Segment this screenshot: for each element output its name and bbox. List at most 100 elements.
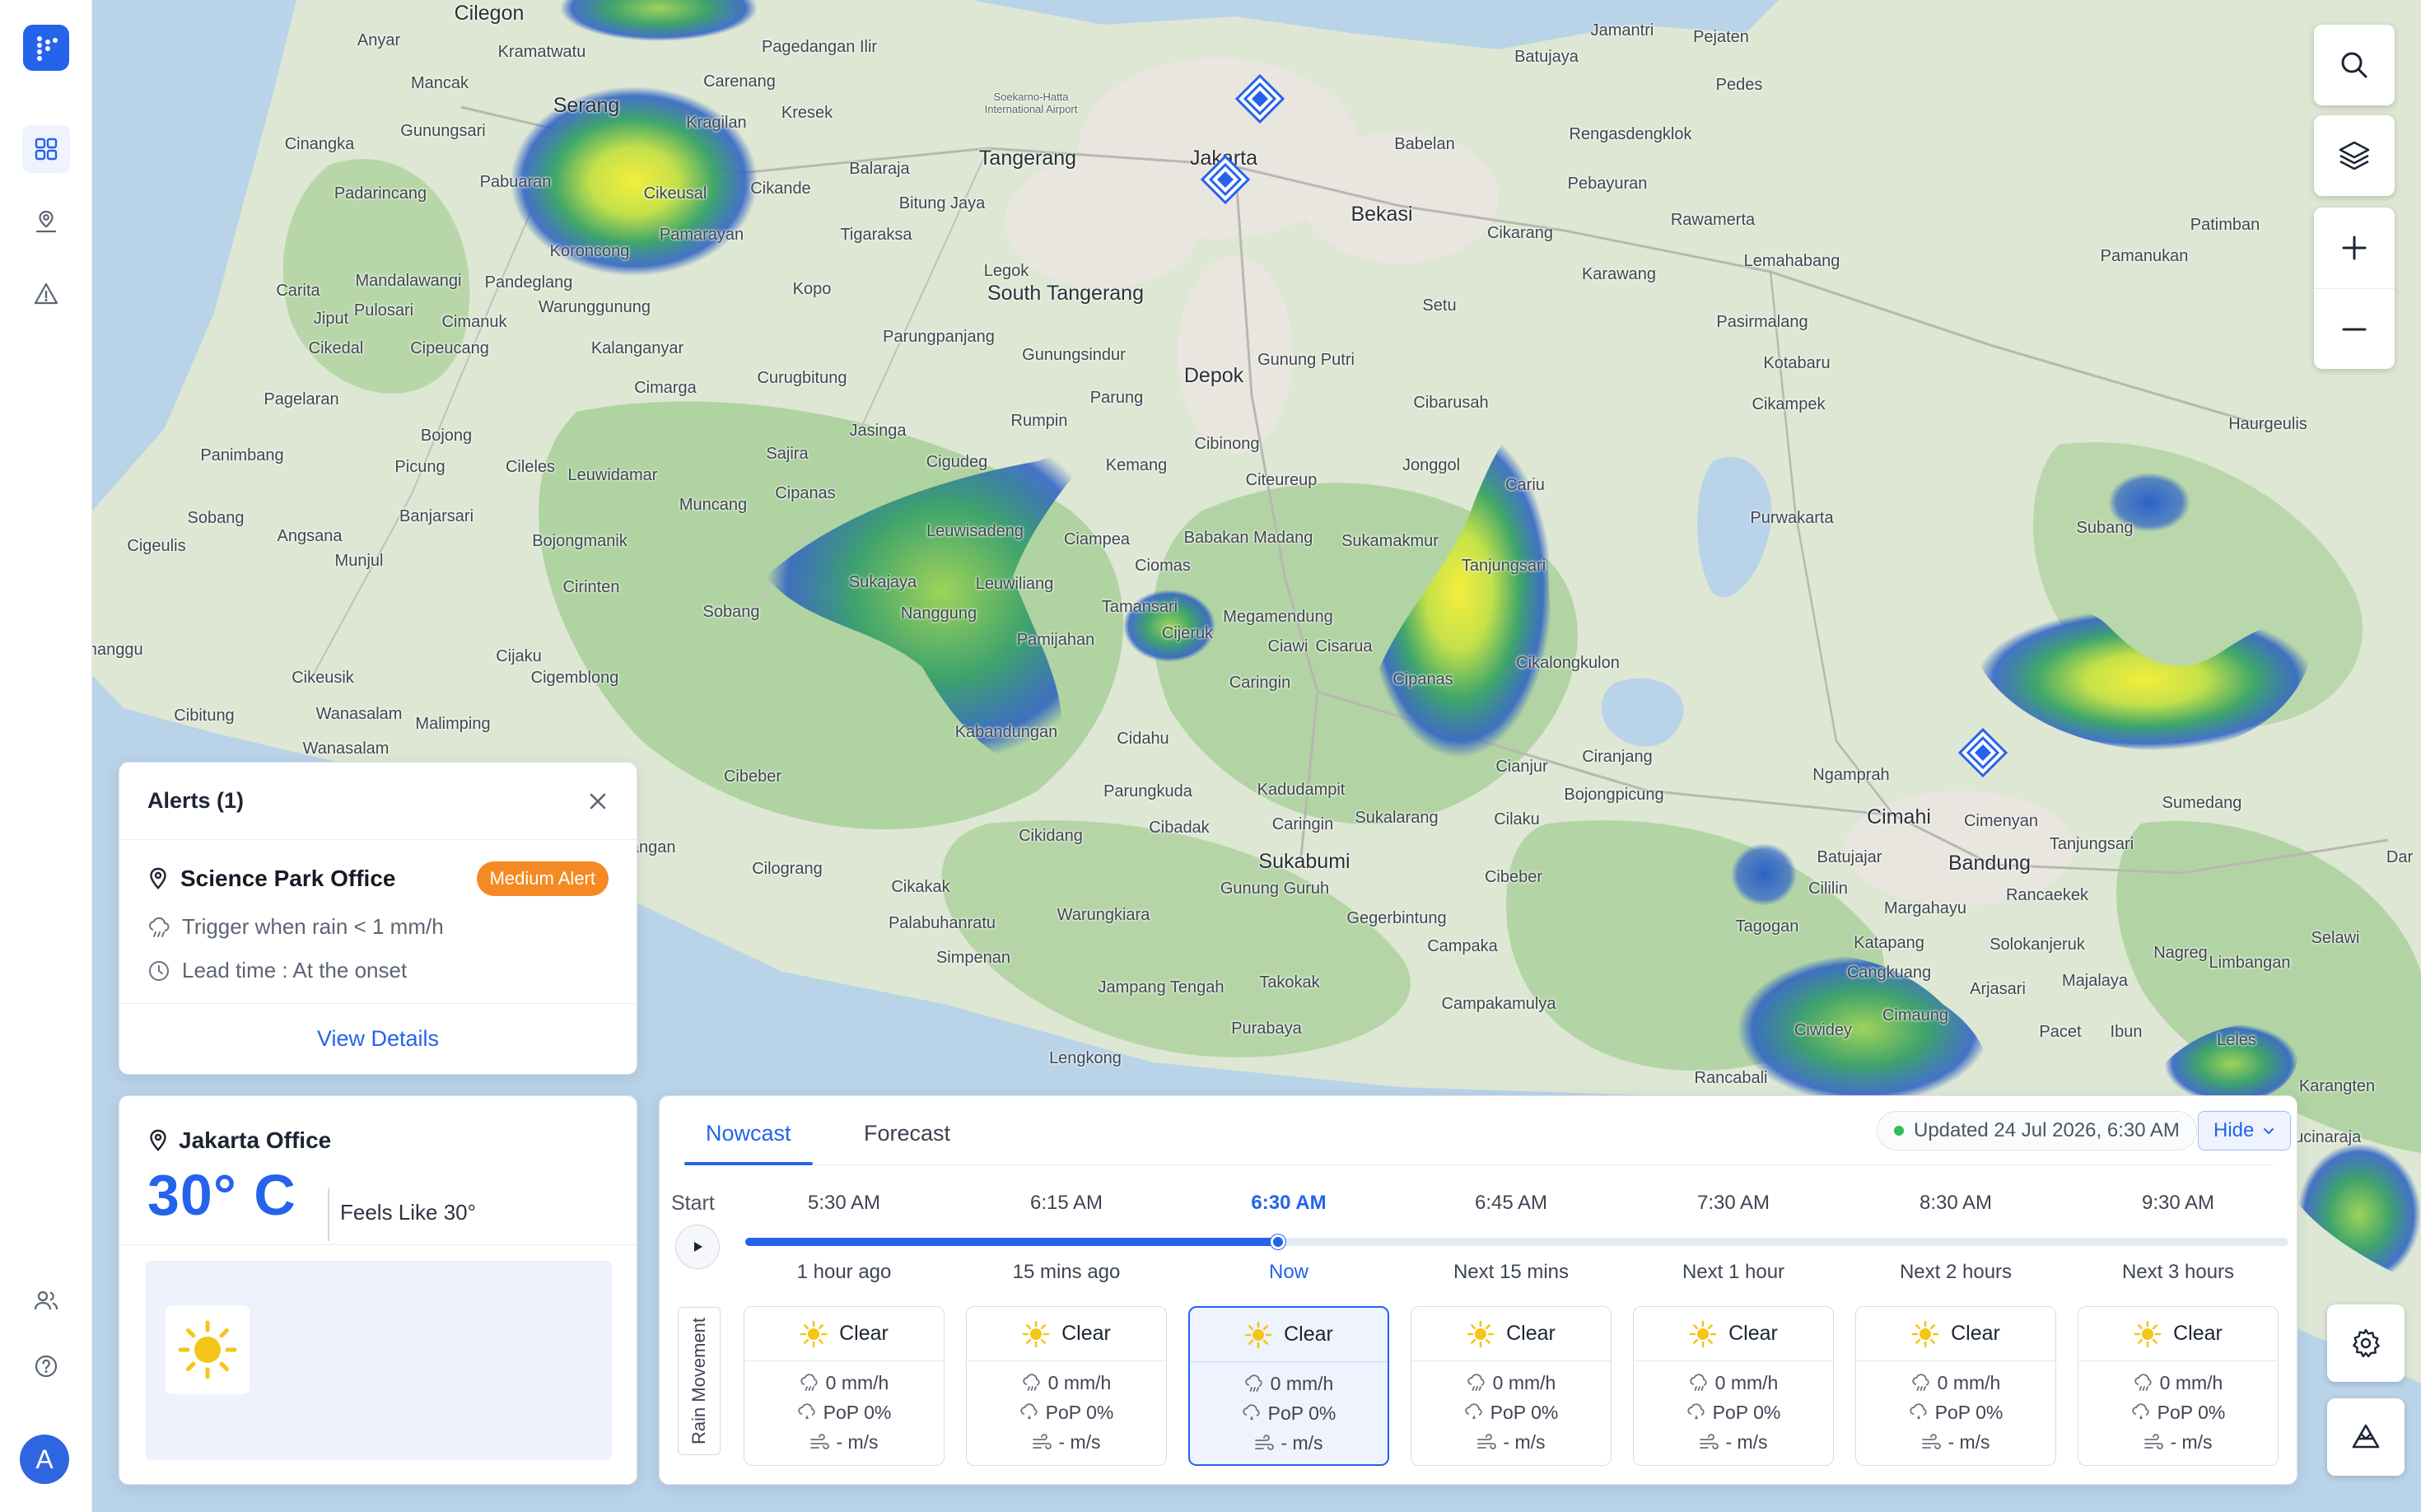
alert-lead-time: Lead time : At the onset <box>147 958 609 983</box>
map-place-label: Kemang <box>1105 456 1168 474</box>
nav-locations[interactable] <box>22 198 70 245</box>
current-temperature: 30° C <box>147 1163 296 1227</box>
user-avatar[interactable]: A <box>20 1435 69 1484</box>
play-button[interactable] <box>675 1225 720 1269</box>
nav-users[interactable] <box>22 1276 70 1324</box>
settings-button[interactable] <box>2327 1304 2405 1382</box>
start-label: Start <box>671 1192 715 1215</box>
map-place-label: Warungkiara <box>1057 906 1150 924</box>
sun-icon <box>1911 1320 1939 1347</box>
tab-forecast[interactable]: Forecast <box>864 1121 950 1146</box>
map-place-label: Megamendung <box>1223 608 1333 626</box>
zoom-in-button[interactable] <box>2314 208 2395 288</box>
timeline-time-label[interactable]: 5:30 AM <box>808 1192 880 1215</box>
timeline-time-label[interactable]: 6:15 AM <box>1030 1192 1103 1215</box>
zoom-out-button[interactable] <box>2314 288 2395 369</box>
precipitation-chance-icon <box>1909 1403 1927 1419</box>
precipitation-chance-icon <box>1242 1404 1260 1420</box>
map-place-label: Sukabumi <box>1258 850 1350 873</box>
map-search-button[interactable] <box>2314 25 2395 105</box>
timeline-slider[interactable] <box>745 1234 2288 1249</box>
sun-icon <box>1467 1320 1495 1347</box>
map-place-label: Nagreg <box>2153 944 2208 962</box>
nowcast-tabs: Nowcast Forecast Updated 24 Jul 2026, 6:… <box>684 1096 2292 1165</box>
nav-alerts[interactable] <box>22 270 70 318</box>
view-details-link[interactable]: View Details <box>317 1026 439 1052</box>
map-place-label: Pabuaran <box>479 173 552 191</box>
map-place-label: Selawi <box>2311 929 2360 947</box>
condition-text: Clear <box>1728 1322 1778 1345</box>
map-place-label: Mancak <box>410 74 469 92</box>
map-place-label: Batujaya <box>1514 48 1579 66</box>
alert-severity-badge: Medium Alert <box>476 861 609 896</box>
map-place-label: Cibarusah <box>1413 394 1489 412</box>
map-place-label: Ciwidey <box>1794 1021 1853 1039</box>
precip-probability: PoP 0% <box>2078 1398 2278 1427</box>
map-place-label: Batujajar <box>1817 848 1882 866</box>
nowcast-slot-card[interactable]: Clear 0 mm/h PoP 0% - m/s <box>1411 1306 1612 1466</box>
wind-text: - m/s <box>1948 1430 1990 1453</box>
nowcast-slot-card[interactable]: Clear 0 mm/h PoP 0% - m/s <box>1633 1306 1834 1466</box>
nowcast-slot-card[interactable]: Clear 0 mm/h PoP 0% - m/s <box>2078 1306 2279 1466</box>
map-place-label: Tigaraksa <box>840 226 912 244</box>
timeline-time-label[interactable]: 6:45 AM <box>1475 1192 1547 1215</box>
map-place-label: Cilegon <box>454 2 525 25</box>
site-marker-icon[interactable] <box>1201 155 1250 204</box>
nowcast-slot-card[interactable]: Clear 0 mm/h PoP 0% - m/s <box>744 1306 945 1466</box>
rain-movement-toggle[interactable]: Rain Movement <box>678 1307 721 1455</box>
layers-icon <box>2339 141 2370 170</box>
map-style-button[interactable] <box>2327 1398 2405 1476</box>
timeline-relative-label: 1 hour ago <box>796 1261 892 1283</box>
map-place-label: Tangerang <box>978 147 1077 170</box>
office-weather-card: Jakarta Office 30° C Feels Like 30° <box>119 1095 637 1485</box>
site-marker-icon[interactable] <box>1958 728 2008 777</box>
map-place-label: Citeureup <box>1245 471 1318 489</box>
nowcast-slot-card[interactable]: Clear 0 mm/h PoP 0% - m/s <box>1855 1306 2056 1466</box>
rain-rate: 0 mm/h <box>2078 1368 2278 1398</box>
hide-button[interactable]: Hide <box>2198 1111 2292 1150</box>
timeline-handle[interactable] <box>1270 1234 1285 1249</box>
close-icon[interactable] <box>587 791 609 812</box>
nav-dashboard[interactable] <box>22 125 70 173</box>
map-place-label: Pamijahan <box>1016 631 1095 649</box>
wind-speed: - m/s <box>1411 1427 1611 1457</box>
app-logo[interactable] <box>23 25 69 71</box>
timeline-time-label[interactable]: 9:30 AM <box>2142 1192 2214 1215</box>
map-place-label: Sukalarang <box>1355 809 1439 827</box>
rain-cloud-icon <box>1467 1374 1485 1391</box>
map-place-label: Cikarang <box>1486 224 1554 242</box>
map-place-label: Cimahi <box>1867 805 1931 828</box>
map-place-label: Sukajaya <box>848 573 917 591</box>
slot-condition: Clear <box>1190 1308 1388 1362</box>
map-place-label: Cimanggu <box>92 641 143 659</box>
site-marker-icon[interactable] <box>1235 74 1285 124</box>
nowcast-slot-card[interactable]: Clear 0 mm/h PoP 0% - m/s <box>1188 1306 1389 1466</box>
map-place-label: Tagogan <box>1735 917 1799 936</box>
map-place-label: Rengasdengklok <box>1569 125 1692 143</box>
map-place-label: Picung <box>394 458 445 476</box>
timeline-time-label[interactable]: 7:30 AM <box>1697 1192 1770 1215</box>
map-place-label: Caringin <box>1229 674 1291 692</box>
sun-icon <box>1689 1320 1717 1347</box>
nav-help[interactable] <box>22 1342 70 1390</box>
rain-movement-label: Rain Movement <box>688 1317 710 1445</box>
rain-rate-text: 0 mm/h <box>2159 1371 2223 1393</box>
condition-text: Clear <box>1284 1323 1333 1346</box>
map-place-label: Jampang Tengah <box>1098 978 1224 996</box>
map-place-label: Cimenyan <box>1963 812 2039 830</box>
map-place-label: Cikande <box>750 180 811 198</box>
precip-probability: PoP 0% <box>967 1398 1166 1427</box>
tab-nowcast[interactable]: Nowcast <box>684 1121 812 1165</box>
map-place-label: Cikidang <box>1019 827 1083 845</box>
wind-icon <box>1700 1434 1719 1449</box>
map-place-label: Bekasi <box>1350 203 1413 226</box>
map-layers-button[interactable] <box>2314 115 2395 196</box>
map-place-label: Campaka <box>1427 937 1498 955</box>
map-place-label: Tamansari <box>1101 598 1178 616</box>
timeline-time-label[interactable]: 6:30 AM <box>1251 1192 1326 1215</box>
map-place-label: Kadudampit <box>1257 781 1346 799</box>
rain-rate: 0 mm/h <box>967 1368 1166 1398</box>
wind-text: - m/s <box>1280 1431 1323 1454</box>
nowcast-slot-card[interactable]: Clear 0 mm/h PoP 0% - m/s <box>966 1306 1167 1466</box>
timeline-time-label[interactable]: 8:30 AM <box>1920 1192 1992 1215</box>
